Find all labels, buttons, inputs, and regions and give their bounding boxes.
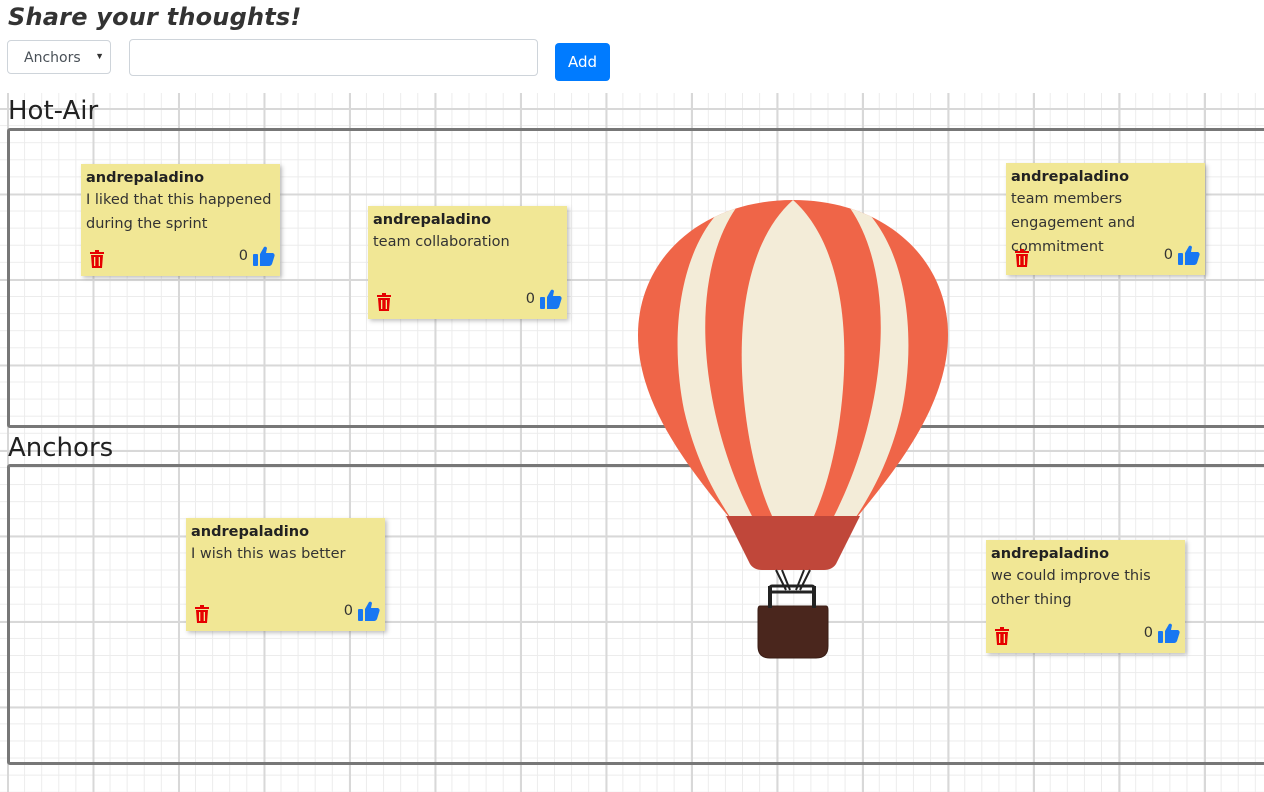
category-select[interactable]: Anchors ▼ — [7, 40, 111, 74]
sticky-note[interactable]: andrepaladino team members engagement an… — [1006, 163, 1205, 275]
sticky-note[interactable]: andrepaladino we could improve this othe… — [986, 540, 1185, 653]
thumbs-up-icon[interactable] — [358, 601, 380, 621]
note-text: I liked that this happened during the sp… — [86, 192, 272, 232]
trash-icon[interactable] — [376, 293, 392, 311]
like-counter: 0 — [526, 287, 562, 311]
like-count: 0 — [1163, 247, 1173, 263]
like-counter: 0 — [344, 599, 380, 623]
section-title-hot-air: Hot-Air — [8, 96, 99, 126]
like-counter: 0 — [1144, 621, 1180, 645]
like-counter: 0 — [239, 244, 275, 268]
section-title-anchors: Anchors — [8, 433, 114, 463]
page-title: Share your thoughts! — [8, 3, 302, 31]
thumbs-up-icon[interactable] — [1178, 245, 1200, 265]
like-count: 0 — [238, 248, 248, 264]
trash-icon[interactable] — [994, 627, 1010, 645]
caret-down-icon: ▼ — [95, 51, 104, 61]
trash-icon[interactable] — [89, 250, 105, 268]
note-author: andrepaladino — [373, 212, 492, 228]
note-author: andrepaladino — [1011, 169, 1130, 185]
like-count: 0 — [525, 291, 535, 307]
trash-icon[interactable] — [1014, 249, 1030, 267]
thumbs-up-icon[interactable] — [1158, 623, 1180, 643]
thought-input[interactable] — [129, 39, 538, 76]
note-author: andrepaladino — [86, 170, 205, 186]
sticky-note[interactable]: andrepaladino team collaboration 0 — [368, 206, 567, 319]
category-select-value: Anchors — [24, 50, 81, 66]
like-count: 0 — [1143, 625, 1153, 641]
note-author: andrepaladino — [191, 524, 310, 540]
sticky-note[interactable]: andrepaladino I wish this was better 0 — [186, 518, 385, 631]
note-text: team collaboration — [373, 234, 510, 250]
thumbs-up-icon[interactable] — [540, 289, 562, 309]
note-text: I wish this was better — [191, 546, 346, 562]
trash-icon[interactable] — [194, 605, 210, 623]
note-author: andrepaladino — [991, 546, 1110, 562]
like-count: 0 — [343, 603, 353, 619]
sticky-note[interactable]: andrepaladino I liked that this happened… — [81, 164, 280, 276]
thumbs-up-icon[interactable] — [253, 246, 275, 266]
hot-air-balloon-illustration — [638, 200, 948, 659]
add-button[interactable]: Add — [555, 43, 610, 81]
note-text: we could improve this other thing — [991, 568, 1151, 608]
like-counter: 0 — [1164, 243, 1200, 267]
